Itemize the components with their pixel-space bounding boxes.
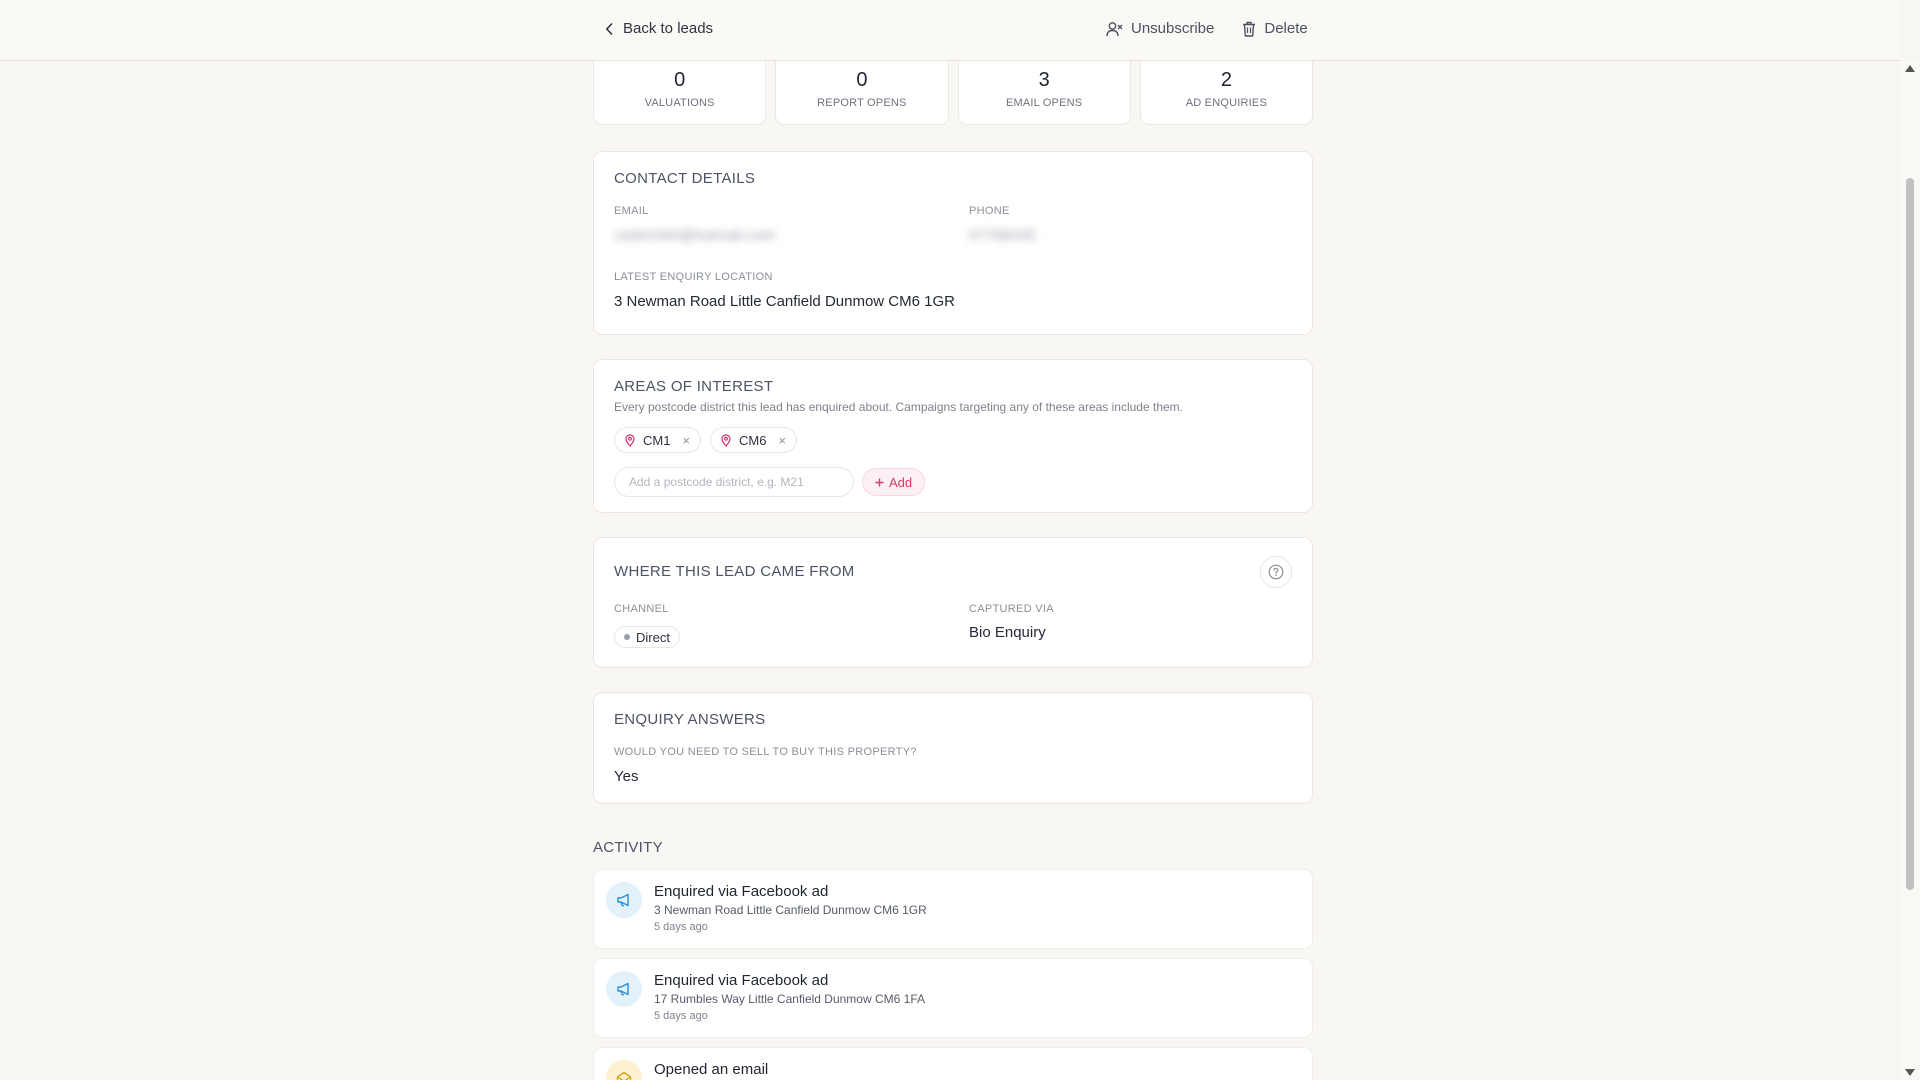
stat-ad-enquiries: 2 AD ENQUIRIES bbox=[1139, 61, 1313, 125]
areas-description: Every postcode district this lead has en… bbox=[614, 400, 1183, 414]
activity-title-text: Opened an email bbox=[654, 1061, 769, 1078]
plus-icon bbox=[875, 478, 884, 487]
back-label: Back to leads bbox=[623, 20, 714, 37]
unsubscribe-label: Unsubscribe bbox=[1131, 20, 1215, 37]
stat-email-opens: 3 EMAIL OPENS bbox=[957, 61, 1131, 125]
email-value: cedrich84@hotmail.com bbox=[614, 227, 776, 244]
postcode-district-input[interactable] bbox=[614, 467, 854, 497]
lead-source-title: WHERE THIS LEAD CAME FROM bbox=[614, 563, 855, 580]
stat-value: 0 bbox=[674, 69, 686, 91]
scroll-down-arrow-icon[interactable] bbox=[1905, 1069, 1915, 1076]
stat-label: AD ENQUIRIES bbox=[1185, 97, 1267, 109]
activity-timestamp: 5 days ago bbox=[654, 921, 708, 933]
area-chip-label: CM6 bbox=[739, 432, 767, 448]
unsubscribe-button[interactable]: Unsubscribe bbox=[1106, 20, 1214, 37]
enquiry-answers-title: ENQUIRY ANSWERS bbox=[614, 711, 766, 728]
area-chips: CM1 × CM6 × bbox=[614, 427, 798, 453]
scrollbar[interactable] bbox=[1900, 61, 1920, 1080]
stat-report-opens: 0 REPORT OPENS bbox=[775, 61, 949, 125]
activity-item: Opened an email bbox=[593, 1047, 1313, 1080]
contact-details-card: CONTACT DETAILS EMAIL cedrich84@hotmail.… bbox=[593, 151, 1313, 335]
remove-area-icon[interactable]: × bbox=[779, 433, 787, 448]
remove-area-icon[interactable]: × bbox=[682, 433, 690, 448]
add-label: Add bbox=[889, 474, 913, 490]
activity-subtitle: 3 Newman Road Little Canfield Dunmow CM6… bbox=[654, 903, 927, 917]
top-bar: Back to leads Unsubscribe Delete bbox=[0, 0, 1900, 61]
contact-details-title: CONTACT DETAILS bbox=[614, 170, 756, 187]
user-remove-icon bbox=[1106, 21, 1123, 37]
phone-value: 07768435 bbox=[969, 227, 1036, 244]
top-actions: Unsubscribe Delete bbox=[1106, 20, 1308, 37]
stat-value: 3 bbox=[1038, 69, 1050, 91]
activity-title-text: Enquired via Facebook ad bbox=[654, 972, 829, 989]
back-to-leads-link[interactable]: Back to leads bbox=[605, 20, 713, 37]
phone-label: PHONE bbox=[969, 205, 1010, 217]
trash-icon bbox=[1242, 21, 1256, 37]
channel-value: Direct bbox=[636, 629, 670, 645]
help-button[interactable] bbox=[1260, 556, 1292, 588]
megaphone-icon bbox=[606, 882, 642, 918]
map-pin-icon bbox=[721, 433, 731, 447]
activity-title-text: Enquired via Facebook ad bbox=[654, 883, 829, 900]
enquiry-answers-card: ENQUIRY ANSWERS WOULD YOU NEED TO SELL T… bbox=[593, 692, 1313, 804]
channel-badge: Direct bbox=[614, 626, 680, 648]
map-pin-icon bbox=[625, 433, 635, 447]
add-area-button[interactable]: Add bbox=[862, 468, 926, 496]
lead-source-card: WHERE THIS LEAD CAME FROM CHANNEL Direct… bbox=[593, 537, 1313, 668]
stat-value: 0 bbox=[856, 69, 868, 91]
captured-via-label: CAPTURED VIA bbox=[969, 603, 1054, 615]
stat-label: VALUATIONS bbox=[644, 97, 715, 109]
enquiry-answer: Yes bbox=[614, 768, 639, 785]
area-chip: CM6 × bbox=[710, 427, 798, 453]
email-label: EMAIL bbox=[614, 205, 649, 217]
activity-item: Enquired via Facebook ad 3 Newman Road L… bbox=[593, 869, 1313, 949]
enquiry-question: WOULD YOU NEED TO SELL TO BUY THIS PROPE… bbox=[614, 746, 917, 758]
activity-item: Enquired via Facebook ad 17 Rumbles Way … bbox=[593, 958, 1313, 1038]
captured-via-value: Bio Enquiry bbox=[969, 624, 1046, 641]
status-dot bbox=[624, 634, 630, 640]
delete-button[interactable]: Delete bbox=[1242, 20, 1308, 37]
stat-value: 2 bbox=[1220, 69, 1232, 91]
stats-row: 0 VALUATIONS 0 REPORT OPENS 3 EMAIL OPEN… bbox=[593, 61, 1313, 125]
stat-label: REPORT OPENS bbox=[817, 97, 907, 109]
channel-label: CHANNEL bbox=[614, 603, 669, 615]
area-chip-label: CM1 bbox=[643, 432, 671, 448]
megaphone-icon bbox=[606, 971, 642, 1007]
stat-label: EMAIL OPENS bbox=[1005, 97, 1083, 109]
areas-title: AREAS OF INTEREST bbox=[614, 378, 774, 395]
delete-label: Delete bbox=[1264, 20, 1308, 37]
stat-valuations: 0 VALUATIONS bbox=[593, 61, 767, 125]
activity-title: ACTIVITY bbox=[593, 839, 663, 856]
question-circle-icon bbox=[1268, 564, 1284, 580]
scroll-up-arrow-icon[interactable] bbox=[1905, 65, 1915, 72]
areas-of-interest-card: AREAS OF INTEREST Every postcode distric… bbox=[593, 359, 1313, 513]
location-value: 3 Newman Road Little Canfield Dunmow CM6… bbox=[614, 293, 955, 310]
chevron-left-icon bbox=[605, 22, 613, 35]
activity-timestamp: 5 days ago bbox=[654, 1010, 708, 1022]
activity-subtitle: 17 Rumbles Way Little Canfield Dunmow CM… bbox=[654, 992, 925, 1006]
location-label: LATEST ENQUIRY LOCATION bbox=[614, 271, 773, 283]
scrollbar-thumb[interactable] bbox=[1906, 178, 1914, 890]
area-chip: CM1 × bbox=[614, 427, 702, 453]
envelope-open-icon bbox=[606, 1060, 642, 1080]
